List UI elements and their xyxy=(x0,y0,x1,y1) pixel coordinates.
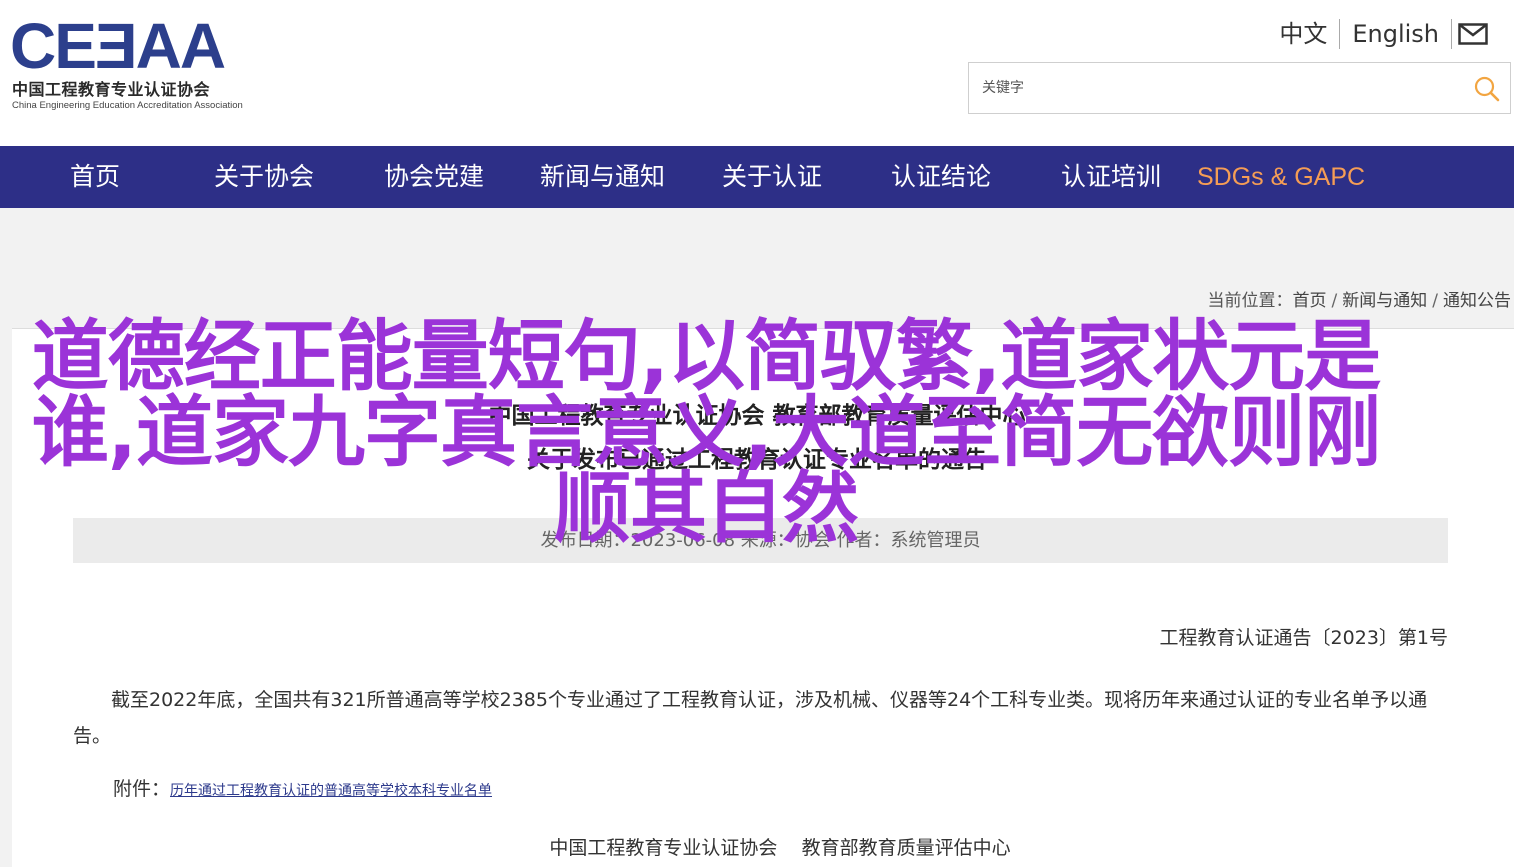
lang-english-link[interactable]: English xyxy=(1340,16,1451,52)
logo-chinese-name: 中国工程教育专业认证协会 xyxy=(12,80,211,99)
breadcrumb: 当前位置：首页 / 新闻与通知 / 通知公告 xyxy=(1208,286,1511,311)
nav-item-home[interactable]: 首页 xyxy=(70,146,120,208)
search-icon[interactable] xyxy=(1472,74,1502,104)
nav-item-training[interactable]: 认证培训 xyxy=(1061,146,1161,208)
logo-english-name: China Engineering Education Accreditatio… xyxy=(12,100,243,111)
mail-icon[interactable] xyxy=(1452,16,1494,52)
breadcrumb-separator: / xyxy=(1432,291,1438,311)
site-header: CEƎAA 中国工程教育专业认证协会 China Engineering Edu… xyxy=(0,0,1514,146)
lang-chinese-link[interactable]: 中文 xyxy=(1267,16,1339,52)
nav-item-about-association[interactable]: 关于协会 xyxy=(214,146,314,208)
main-nav: 首页 关于协会 协会党建 新闻与通知 关于认证 认证结论 认证培训 SDGs &… xyxy=(0,146,1514,208)
nav-item-party-building[interactable]: 协会党建 xyxy=(384,146,484,208)
breadcrumb-notices[interactable]: 通知公告 xyxy=(1443,291,1511,311)
logo-mark: CEƎAA xyxy=(10,10,226,82)
breadcrumb-prefix: 当前位置： xyxy=(1207,291,1293,311)
language-switcher: 中文 English xyxy=(1267,16,1494,52)
search-input[interactable] xyxy=(969,63,1449,113)
attachment-link[interactable]: 历年通过工程教育认证的普通高等学校本科专业名单 xyxy=(170,783,492,799)
nav-item-sdgs-gapc[interactable]: SDGs & GAPC xyxy=(1197,146,1365,208)
nav-item-results[interactable]: 认证结论 xyxy=(891,146,991,208)
article-body: 截至2022年底，全国共有321所普通高等学校2385个专业通过了工程教育认证，… xyxy=(73,689,1428,747)
breadcrumb-home[interactable]: 首页 xyxy=(1293,291,1327,311)
attachment-label: 附件： xyxy=(113,778,171,800)
breadcrumb-news[interactable]: 新闻与通知 xyxy=(1342,291,1427,311)
nav-item-about-accreditation[interactable]: 关于认证 xyxy=(722,146,822,208)
overlay-headline: 道德经正能量短句,以简驭繁,道家状元是谁,道家九字真言意义,大道至简无欲则刚顺其… xyxy=(31,313,1382,554)
breadcrumb-separator: / xyxy=(1331,291,1338,311)
search-box xyxy=(968,62,1511,114)
attachment: 附件：历年通过工程教育认证的普通高等学校本科专业名单 xyxy=(113,774,492,801)
document-number: 工程教育认证通告〔2023〕第1号 xyxy=(1159,627,1448,649)
article-signature: 中国工程教育专业认证协会 教育部教育质量评估中心 xyxy=(549,837,1011,859)
nav-item-news[interactable]: 新闻与通知 xyxy=(540,146,665,208)
site-logo[interactable]: CEƎAA 中国工程教育专业认证协会 China Engineering Edu… xyxy=(10,14,272,114)
